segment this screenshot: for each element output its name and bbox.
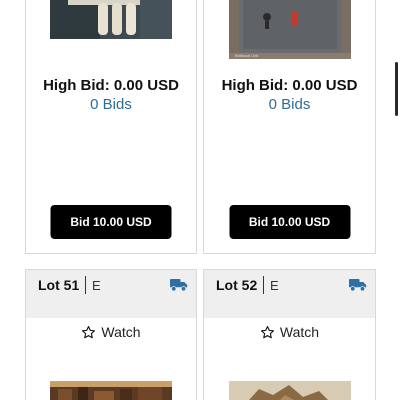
bid-button[interactable]: Bid 10.00 USD — [229, 205, 350, 239]
lot-code: E — [92, 278, 101, 293]
lot-divider — [263, 276, 264, 294]
lot-photo — [50, 381, 172, 400]
lot-photo: Brillbuck Unit — [228, 0, 351, 59]
bid-button[interactable]: Bid 10.00 USD — [50, 205, 172, 239]
truck-icon — [349, 279, 367, 292]
lot-thumbnail[interactable]: Brillbuck Unit — [228, 0, 351, 64]
high-bid-text: High Bid: 0.00 USD — [221, 77, 358, 94]
lot-photo — [50, 0, 172, 39]
lot-card-top-left[interactable]: High Bid: 0.00 USD 0 Bids Bid 10.00 USD — [25, 0, 197, 254]
bids-count-link[interactable]: 0 Bids — [26, 96, 196, 114]
bids-count-link[interactable]: 0 Bids — [204, 96, 375, 114]
lot-divider — [85, 276, 86, 294]
truck-icon — [170, 279, 188, 292]
lot-thumbnail[interactable] — [50, 0, 172, 44]
lot-header: Lot 52 E — [204, 270, 375, 318]
star-icon — [82, 325, 96, 338]
watch-label: Watch — [101, 324, 141, 340]
star-icon — [260, 325, 274, 338]
watch-button[interactable]: Watch — [204, 321, 375, 343]
lot-card-52[interactable]: Lot 52 E Watch — [203, 269, 376, 400]
lot-photo — [228, 381, 351, 400]
lot-header: Lot 51 E — [26, 270, 196, 318]
lot-card-top-right[interactable]: Brillbuck Unit High Bid: 0.00 USD 0 Bids… — [203, 0, 376, 254]
lot-thumbnail[interactable] — [50, 381, 172, 400]
watch-label: Watch — [279, 324, 320, 340]
lot-code: E — [270, 278, 279, 293]
lot-number: Lot 52 — [216, 277, 258, 293]
scrollbar[interactable] — [395, 62, 398, 116]
photo-watermark: Brillbuck Unit — [235, 53, 259, 58]
watch-button[interactable]: Watch — [26, 321, 196, 343]
lot-thumbnail[interactable] — [228, 381, 351, 400]
lot-number: Lot 51 — [38, 277, 80, 293]
lot-card-51[interactable]: Lot 51 E Watch — [25, 269, 197, 400]
high-bid-text: High Bid: 0.00 USD — [43, 77, 179, 94]
